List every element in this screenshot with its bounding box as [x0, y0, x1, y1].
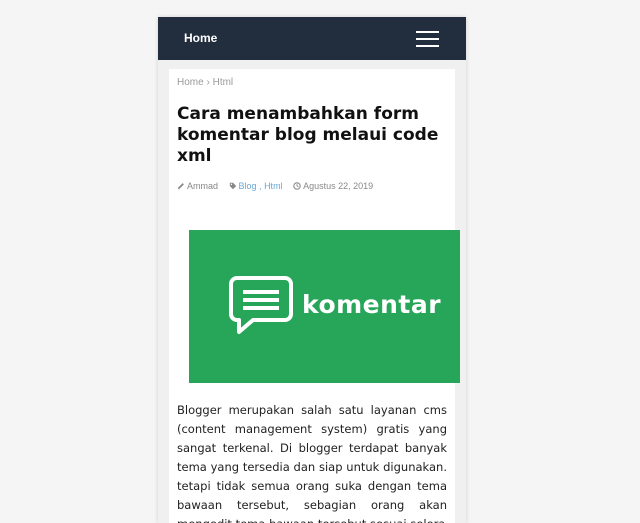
post-meta: Ammad Blog , Html Agustus 22, 2019: [177, 181, 381, 191]
author-name[interactable]: Ammad: [187, 181, 218, 191]
clock-icon: [293, 182, 301, 190]
breadcrumb-home-link[interactable]: Home: [177, 77, 204, 88]
post-body: Blogger merupakan salah satu layanan cms…: [177, 403, 447, 523]
post-date: Agustus 22, 2019: [293, 181, 373, 191]
pencil-icon: [177, 183, 184, 190]
nav-home-link[interactable]: Home: [184, 31, 217, 45]
post-labels: Blog , Html: [229, 181, 286, 191]
breadcrumb-category-link[interactable]: Html: [213, 77, 234, 88]
label-link-blog[interactable]: Blog: [239, 181, 257, 191]
post-card: Home › Html Cara menambahkan form koment…: [169, 69, 460, 523]
date-text: Agustus 22, 2019: [303, 181, 374, 191]
label-link-html[interactable]: Html: [264, 181, 283, 191]
post-title: Cara menambahkan form komentar blog mela…: [177, 104, 439, 166]
top-navbar: Home: [158, 17, 466, 60]
breadcrumb: Home › Html: [177, 77, 233, 88]
hero-text: komentar: [302, 290, 442, 319]
mobile-viewport: Home Home › Html Cara menambahkan form k…: [158, 17, 466, 523]
tag-icon: [229, 182, 236, 190]
label-separator: ,: [256, 181, 265, 191]
post-hero-image: komentar: [189, 230, 460, 383]
chat-bubble-icon: [229, 276, 293, 334]
post-author: Ammad: [177, 181, 221, 191]
breadcrumb-separator: ›: [206, 77, 210, 88]
hamburger-menu-icon[interactable]: [416, 31, 439, 47]
